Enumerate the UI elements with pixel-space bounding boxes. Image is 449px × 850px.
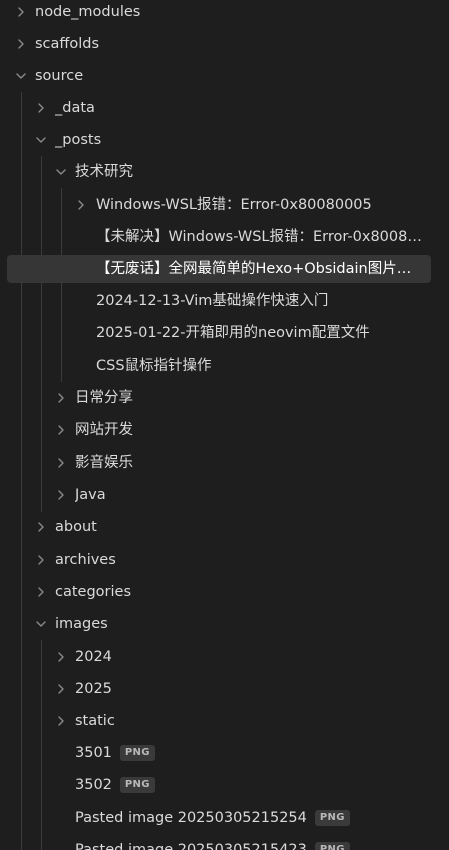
folder-categories[interactable]: categories xyxy=(0,578,449,606)
chevron-right-icon xyxy=(14,37,28,51)
folder-label: scaffolds xyxy=(35,36,100,52)
chevron-down-icon xyxy=(14,69,28,83)
file-label: 【未解决】Windows-WSL报错：Error-0x80080005 xyxy=(96,229,425,245)
png-badge: PNG xyxy=(119,777,155,793)
folder-2025[interactable]: 2025 xyxy=(0,675,449,703)
folder-java[interactable]: Java xyxy=(0,481,449,509)
folder-label: _posts xyxy=(55,132,102,148)
chevron-right-icon xyxy=(54,488,68,502)
chevron-right-icon xyxy=(54,456,68,470)
chevron-right-icon xyxy=(74,198,88,212)
file-neovim-config[interactable]: 2025-01-22-开箱即用的neovim配置文件 xyxy=(0,319,449,347)
folder-label: Windows-WSL报错：Error-0x80080005 xyxy=(96,197,372,213)
chevron-right-icon xyxy=(34,520,48,534)
file-3502[interactable]: 3502 PNG xyxy=(0,771,449,799)
chevron-right-icon xyxy=(34,553,48,567)
folder-label: 日常分享 xyxy=(75,390,133,406)
file-label: Pasted image 20250305215254 xyxy=(75,810,307,826)
folder-web-dev[interactable]: 网站开发 xyxy=(0,416,449,444)
file-label: 3502 xyxy=(75,777,112,793)
folder-data[interactable]: _data xyxy=(0,94,449,122)
png-badge: PNG xyxy=(314,842,350,850)
file-label: 【无废话】全网最简单的Hexo+Obsidain图片显示方案 xyxy=(96,261,425,277)
folder-about[interactable]: about xyxy=(0,513,449,541)
file-label-wrap: 3501 PNG xyxy=(75,739,155,767)
folder-label: 网站开发 xyxy=(75,422,133,438)
chevron-right-icon xyxy=(54,391,68,405)
folder-label: source xyxy=(35,68,84,84)
folder-static[interactable]: static xyxy=(0,707,449,735)
chevron-down-icon xyxy=(34,133,48,147)
folder-label: images xyxy=(55,616,108,632)
chevron-down-icon xyxy=(54,165,68,179)
file-label: 2024-12-13-Vim基础操作快速入门 xyxy=(96,293,329,309)
folder-images[interactable]: images xyxy=(0,610,449,638)
file-label: Pasted image 20250305215423 xyxy=(75,842,307,850)
file-label-wrap: Pasted image 20250305215423 PNG xyxy=(75,836,350,850)
folder-wsl-error[interactable]: Windows-WSL报错：Error-0x80080005 xyxy=(0,191,449,219)
file-label-wrap: Pasted image 20250305215254 PNG xyxy=(75,804,350,832)
folder-node-modules[interactable]: node_modules xyxy=(0,0,449,26)
png-badge: PNG xyxy=(314,810,350,826)
file-label: 2025-01-22-开箱即用的neovim配置文件 xyxy=(96,325,370,341)
folder-label: node_modules xyxy=(35,4,141,20)
folder-source[interactable]: source xyxy=(0,62,449,90)
chevron-right-icon xyxy=(54,423,68,437)
folder-label: static xyxy=(75,713,115,729)
chevron-right-icon xyxy=(54,682,68,696)
folder-label: 2025 xyxy=(75,681,112,697)
folder-label: 技术研究 xyxy=(75,164,133,180)
file-label-wrap: 3502 PNG xyxy=(75,771,155,799)
file-explorer-tree: node_modules scaffolds source _data _pos… xyxy=(0,0,449,850)
chevron-right-icon xyxy=(14,5,28,19)
folder-posts[interactable]: _posts xyxy=(0,126,449,154)
folder-label: categories xyxy=(55,584,132,600)
file-css-cursor[interactable]: CSS鼠标指针操作 xyxy=(0,352,449,380)
folder-tech-research[interactable]: 技术研究 xyxy=(0,158,449,186)
folder-label: _data xyxy=(55,100,95,116)
folder-scaffolds[interactable]: scaffolds xyxy=(0,30,449,58)
folder-label: Java xyxy=(75,487,106,503)
folder-2024[interactable]: 2024 xyxy=(0,643,449,671)
folder-label: about xyxy=(55,519,97,535)
file-wsl-unsolved[interactable]: 【未解决】Windows-WSL报错：Error-0x80080005 xyxy=(0,223,449,251)
file-pasted-image-1[interactable]: Pasted image 20250305215254 PNG xyxy=(0,804,449,832)
folder-archives[interactable]: archives xyxy=(0,546,449,574)
folder-daily-share[interactable]: 日常分享 xyxy=(0,384,449,412)
file-pasted-image-2[interactable]: Pasted image 20250305215423 PNG xyxy=(0,836,449,850)
folder-label: 2024 xyxy=(75,649,112,665)
file-label: CSS鼠标指针操作 xyxy=(96,358,212,374)
folder-label: archives xyxy=(55,552,116,568)
chevron-down-icon xyxy=(34,617,48,631)
chevron-right-icon xyxy=(54,650,68,664)
chevron-right-icon xyxy=(34,585,48,599)
file-vim-intro[interactable]: 2024-12-13-Vim基础操作快速入门 xyxy=(0,287,449,315)
chevron-right-icon xyxy=(54,714,68,728)
png-badge: PNG xyxy=(119,745,155,761)
chevron-right-icon xyxy=(34,101,48,115)
folder-media[interactable]: 影音娱乐 xyxy=(0,449,449,477)
file-3501[interactable]: 3501 PNG xyxy=(0,739,449,767)
folder-label: 影音娱乐 xyxy=(75,455,133,471)
file-hexo-obsidian[interactable]: 【无废话】全网最简单的Hexo+Obsidain图片显示方案 xyxy=(0,255,449,283)
file-label: 3501 xyxy=(75,745,112,761)
